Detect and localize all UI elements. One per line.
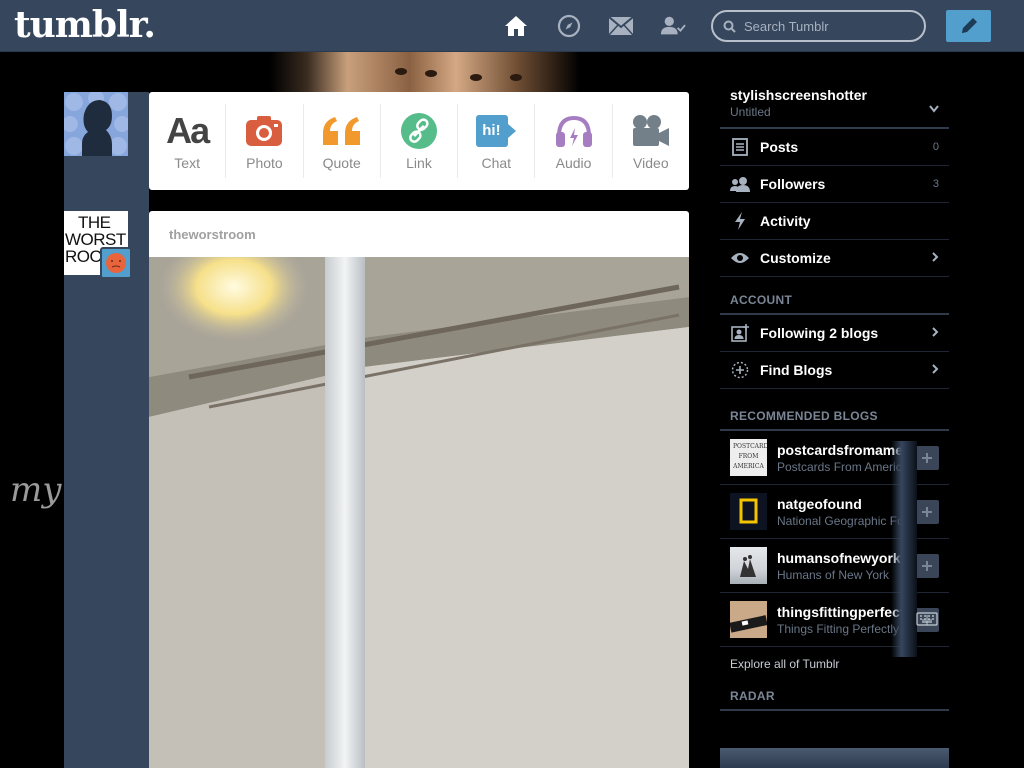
tumblr-logo[interactable]: tumblr. xyxy=(14,4,156,46)
header-image xyxy=(270,52,580,92)
account-section-title: ACCOUNT xyxy=(720,277,949,315)
blog-thumbnail xyxy=(730,601,767,638)
following-icon xyxy=(730,324,750,342)
followers-icon xyxy=(730,176,750,192)
mail-icon[interactable] xyxy=(608,13,634,39)
post-type-bar: Aa Text Photo Quote Link hi! Chat Audio xyxy=(149,92,689,190)
recommended-blogs-title: RECOMMENDED BLOGS xyxy=(720,389,949,431)
post-blog-name[interactable]: theworstroom xyxy=(149,211,689,257)
top-navigation-bar: tumblr. xyxy=(0,0,1024,52)
reblog-avatar-badge[interactable] xyxy=(100,247,132,279)
radar-preview[interactable] xyxy=(720,748,949,768)
posts-icon xyxy=(730,138,750,156)
search-icon xyxy=(723,20,736,33)
post-type-video[interactable]: Video xyxy=(613,104,689,178)
link-icon xyxy=(400,111,438,151)
post-type-quote[interactable]: Quote xyxy=(304,104,381,178)
find-blogs-icon xyxy=(730,361,750,379)
text-post-icon: Aa xyxy=(166,110,210,151)
dashboard-left-column xyxy=(64,92,149,768)
quote-icon xyxy=(321,111,363,151)
blog-thumbnail: POSTCARDS FROM AMERICA xyxy=(730,439,767,476)
follow-button[interactable] xyxy=(915,446,939,470)
plus-icon xyxy=(922,453,932,463)
chevron-right-icon xyxy=(932,249,939,267)
search-box[interactable] xyxy=(711,10,926,42)
blog-thumbnail xyxy=(730,493,767,530)
headphones-icon xyxy=(555,111,593,151)
post-type-chat[interactable]: hi! Chat xyxy=(458,104,536,178)
post-type-audio[interactable]: Audio xyxy=(535,104,613,178)
account-icon[interactable] xyxy=(660,13,686,39)
blog-thumbnail xyxy=(730,547,767,584)
sidebar-item-posts[interactable]: Posts 0 xyxy=(720,129,949,166)
compose-icon xyxy=(961,18,977,33)
sidebar-item-followers[interactable]: Followers 3 xyxy=(720,166,949,203)
keyboard-icon[interactable] xyxy=(916,612,938,631)
video-camera-icon xyxy=(631,111,671,151)
compose-button[interactable] xyxy=(946,10,991,42)
sidebar-item-following[interactable]: Following 2 blogs xyxy=(720,315,949,352)
follow-button[interactable] xyxy=(915,500,939,524)
post-type-photo[interactable]: Photo xyxy=(226,104,304,178)
plus-icon xyxy=(922,561,932,571)
plus-icon xyxy=(922,507,932,517)
compass-icon[interactable] xyxy=(556,13,582,39)
chevron-down-icon xyxy=(929,100,939,118)
follow-button[interactable] xyxy=(915,554,939,578)
lightning-icon xyxy=(730,212,750,230)
chevron-right-icon xyxy=(932,361,939,379)
background-handwriting: my xyxy=(10,470,62,510)
sidebar-item-find-blogs[interactable]: Find Blogs xyxy=(720,352,949,389)
chat-icon: hi! xyxy=(475,111,517,151)
eye-icon xyxy=(730,252,750,264)
user-avatar[interactable] xyxy=(64,92,128,156)
sidebar-item-activity[interactable]: Activity xyxy=(720,203,949,240)
dashboard-post: theworstroom xyxy=(149,211,689,768)
radar-section-title: RADAR xyxy=(720,681,949,711)
search-input[interactable] xyxy=(744,18,914,34)
post-photo[interactable] xyxy=(149,257,689,768)
home-icon[interactable] xyxy=(503,13,529,39)
chevron-right-icon xyxy=(932,324,939,342)
post-type-text[interactable]: Aa Text xyxy=(149,104,227,178)
scroll-shadow xyxy=(891,441,917,657)
blog-switcher[interactable]: stylishscreenshotter Untitled xyxy=(720,82,949,129)
camera-icon xyxy=(245,111,283,151)
sidebar-item-customize[interactable]: Customize xyxy=(720,240,949,277)
post-type-link[interactable]: Link xyxy=(381,104,459,178)
